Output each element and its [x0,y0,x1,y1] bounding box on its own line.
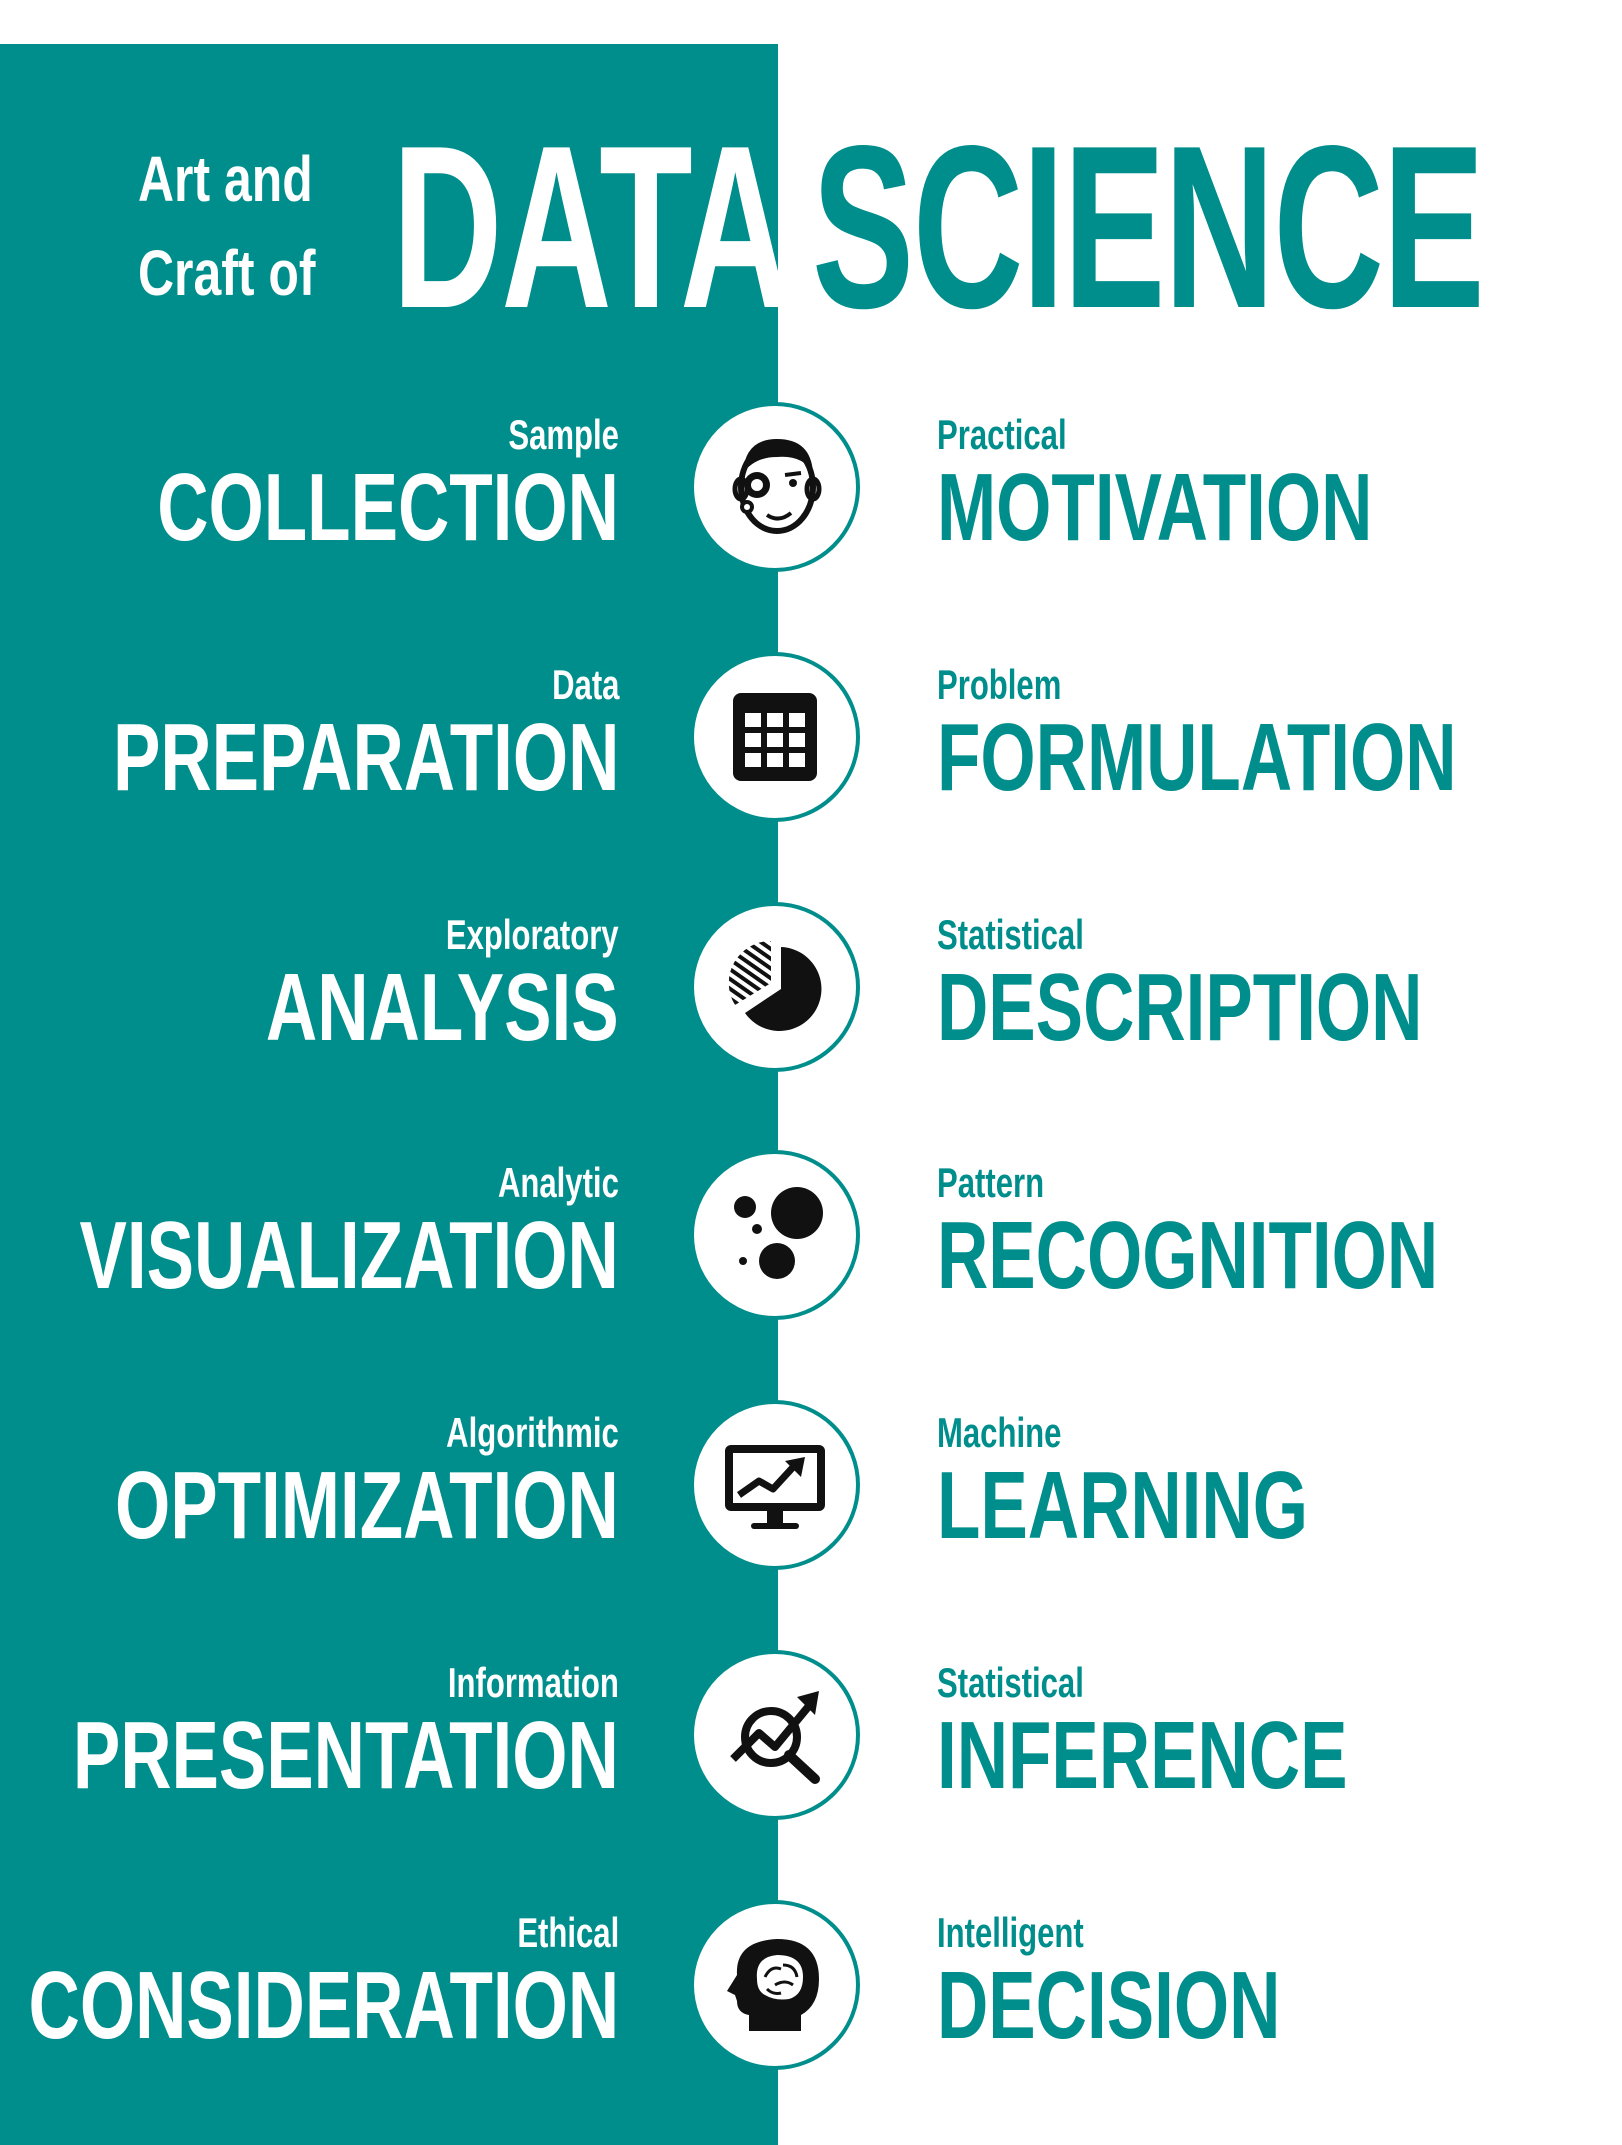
title-science: SCIENCE [812,98,1485,357]
right-label: Intelligent DECISION [937,1908,1280,2054]
right-label-big: DECISION [937,1952,1281,2059]
right-label: Practical MOTIVATION [937,410,1372,556]
right-label-small: Machine [937,1409,1062,1456]
right-label-big: INFERENCE [937,1702,1348,1809]
left-label: Information PRESENTATION [73,1658,619,1804]
left-label: Exploratory ANALYSIS [266,910,619,1056]
right-label-small: Intelligent [937,1909,1084,1956]
title-prefix-line2: Craft of [138,237,316,309]
row-presentation-inference: Information PRESENTATION Statistical INF… [0,1650,1622,1830]
right-label-small: Problem [937,661,1062,708]
row-consideration-decision: Ethical CONSIDERATION Intelligent DECISI… [0,1900,1622,2080]
right-label-small: Pattern [937,1159,1045,1206]
title-prefix: Art and Craft of [138,132,315,320]
left-label-big: PRESENTATION [73,1702,619,1809]
right-label-big: MOTIVATION [937,454,1373,561]
face-gear-icon [690,402,860,572]
pie-chart-icon [690,902,860,1072]
left-label-big: OPTIMIZATION [115,1452,619,1559]
right-label-small: Practical [937,411,1067,458]
left-label-big: ANALYSIS [266,954,619,1061]
row-preparation-formulation: Data PREPARATION Problem FORMULATION [0,652,1622,832]
left-label-small: Exploratory [446,911,619,958]
left-label-big: COLLECTION [157,454,619,561]
right-label-big: RECOGNITION [937,1202,1439,1309]
left-label-big: VISUALIZATION [79,1202,619,1309]
left-label-big: PREPARATION [112,704,619,811]
left-label: Sample COLLECTION [157,410,619,556]
left-label-big: CONSIDERATION [28,1952,619,2059]
row-optimization-learning: Algorithmic OPTIMIZATION Machine LEARNIN… [0,1400,1622,1580]
right-label-big: DESCRIPTION [937,954,1423,1061]
right-label: Statistical DESCRIPTION [937,910,1422,1056]
right-label-big: FORMULATION [937,704,1457,811]
left-label-small: Sample [508,411,619,458]
left-label-small: Information [448,1659,619,1706]
left-label: Ethical CONSIDERATION [28,1908,619,2054]
left-label-small: Algorithmic [446,1409,619,1456]
table-grid-icon [690,652,860,822]
right-label-small: Statistical [937,1659,1084,1706]
bubbles-icon [690,1150,860,1320]
left-label-small: Ethical [517,1909,619,1956]
row-collection-motivation: Sample COLLECTION Practical MOTIVATION [0,402,1622,582]
right-label: Problem FORMULATION [937,660,1457,806]
right-label: Machine LEARNING [937,1408,1308,1554]
monitor-chart-icon [690,1400,860,1570]
right-label: Pattern RECOGNITION [937,1158,1438,1304]
row-analysis-description: Exploratory ANALYSIS Statistical DESCRIP… [0,902,1622,1082]
right-label: Statistical INFERENCE [937,1658,1347,1804]
left-label: Analytic VISUALIZATION [80,1158,619,1304]
title-prefix-line1: Art and [138,143,313,215]
magnifier-trend-icon [690,1650,860,1820]
left-label-small: Analytic [498,1159,619,1206]
right-label-big: LEARNING [937,1452,1308,1559]
head-brain-icon [690,1900,860,2070]
row-visualization-recognition: Analytic VISUALIZATION Pattern RECOGNITI… [0,1150,1622,1330]
left-label: Algorithmic OPTIMIZATION [115,1408,619,1554]
title-data: DATA [392,98,791,357]
right-label-small: Statistical [937,911,1084,958]
left-label-small: Data [551,661,619,708]
left-label: Data PREPARATION [112,660,619,806]
